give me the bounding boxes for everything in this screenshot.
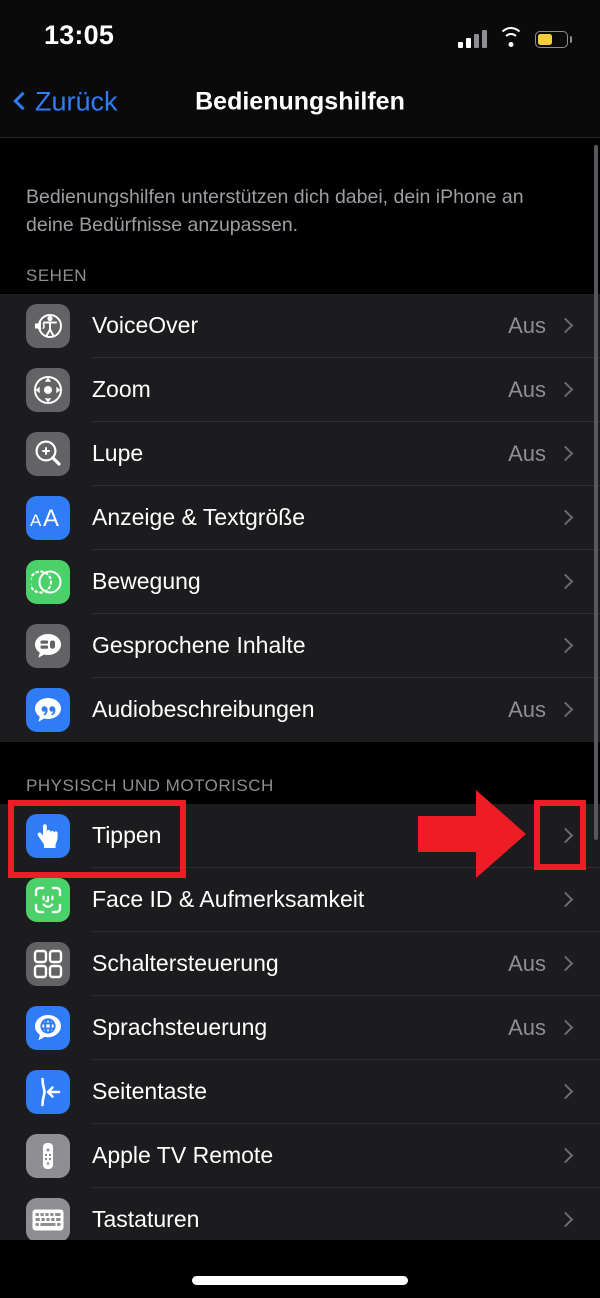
list-item-value: Aus <box>508 950 546 976</box>
list-item-audiobeschreibungen[interactable]: Audiobeschreibungen Aus <box>0 677 600 742</box>
chevron-right-icon <box>557 317 574 334</box>
spoken-content-icon <box>26 623 70 668</box>
apple-tv-remote-icon <box>26 1133 70 1178</box>
list-item-label: Gesprochene Inhalte <box>92 632 306 659</box>
battery-icon <box>535 31 572 48</box>
home-indicator-area <box>0 1240 600 1298</box>
navigation-bar: Zurück Bedienungshilfen <box>0 66 600 138</box>
chevron-right-icon <box>557 891 574 908</box>
list-item-label: Tastaturen <box>92 1206 200 1233</box>
settings-group-sehen: VoiceOver Aus Zoom Aus Lupe Aus A A Anze… <box>0 293 600 742</box>
list-item-value: Aus <box>508 1014 546 1040</box>
list-item-value: Aus <box>508 376 546 402</box>
chevron-right-icon <box>557 381 574 398</box>
list-item-zoom[interactable]: Zoom Aus <box>0 357 600 422</box>
status-bar-indicators <box>458 24 572 48</box>
face-id-icon <box>26 877 70 922</box>
list-item-seitentaste[interactable]: Seitentaste <box>0 1059 600 1124</box>
touch-hand-icon <box>26 813 70 858</box>
svg-text:A: A <box>43 505 59 532</box>
list-item-label: Bewegung <box>92 568 201 595</box>
settings-scroll-view[interactable]: Bedienungshilfen unterstützen dich dabei… <box>0 139 600 1298</box>
chevron-right-icon <box>557 1019 574 1036</box>
list-item-schaltersteuerung[interactable]: Schaltersteuerung Aus <box>0 931 600 996</box>
list-item-voiceover[interactable]: VoiceOver Aus <box>0 293 600 358</box>
chevron-right-icon <box>557 1147 574 1164</box>
iphone-screen: 13:05 Zurück Bedienungshilfen Bedienungs… <box>0 0 600 1298</box>
list-item-apple-tv-remote[interactable]: Apple TV Remote <box>0 1123 600 1188</box>
list-item-lupe[interactable]: Lupe Aus <box>0 421 600 486</box>
list-item-sprachsteuerung[interactable]: Sprachsteuerung Aus <box>0 995 600 1060</box>
home-indicator[interactable] <box>192 1276 408 1285</box>
keyboard-icon <box>26 1197 70 1242</box>
chevron-right-icon <box>557 955 574 972</box>
arrow-right-annotation <box>418 790 526 878</box>
audio-descriptions-icon <box>26 687 70 732</box>
list-item-value: Aus <box>508 696 546 722</box>
list-item-gesprochene-inhalte[interactable]: Gesprochene Inhalte <box>0 613 600 678</box>
intro-description: Bedienungshilfen unterstützen dich dabei… <box>26 186 524 237</box>
chevron-right-icon <box>557 827 574 844</box>
list-item-value: Aus <box>508 312 546 338</box>
wifi-icon <box>498 27 524 48</box>
list-item-label: Audiobeschreibungen <box>92 696 315 723</box>
section-header-sehen: SEHEN <box>26 265 88 285</box>
list-item-label: Schaltersteuerung <box>92 950 279 977</box>
chevron-right-icon <box>557 573 574 590</box>
list-item-label: Seitentaste <box>92 1078 208 1105</box>
zoom-icon <box>26 367 70 412</box>
display-text-size-icon: A A <box>26 495 70 540</box>
status-bar-clock: 13:05 <box>44 20 115 50</box>
chevron-right-icon <box>557 637 574 654</box>
list-item-label: VoiceOver <box>92 312 199 339</box>
list-item-label: Apple TV Remote <box>92 1142 274 1169</box>
list-item-label: Zoom <box>92 376 151 403</box>
chevron-right-icon <box>557 1083 574 1100</box>
vertical-scrollbar[interactable] <box>594 145 598 840</box>
magnifier-icon <box>26 431 70 476</box>
list-item-bewegung[interactable]: Bewegung <box>0 549 600 614</box>
page-title: Bedienungshilfen <box>195 87 405 115</box>
chevron-right-icon <box>557 509 574 526</box>
voice-control-icon <box>26 1005 70 1050</box>
list-item-label: Anzeige & Textgröße <box>92 504 306 531</box>
status-bar: 13:05 <box>0 0 600 66</box>
list-item-label: Lupe <box>92 440 144 467</box>
cellular-signal-icon <box>458 29 487 48</box>
list-item-label: Face ID & Aufmerksamkeit <box>92 886 365 913</box>
svg-text:A: A <box>30 511 42 530</box>
chevron-right-icon <box>557 445 574 462</box>
switch-control-icon <box>26 941 70 986</box>
side-button-icon <box>26 1069 70 1114</box>
chevron-right-icon <box>557 1211 574 1228</box>
list-item-label: Sprachsteuerung <box>92 1014 268 1041</box>
list-item-anzeige-textgroesse[interactable]: A A Anzeige & Textgröße <box>0 485 600 550</box>
voiceover-icon <box>26 303 70 348</box>
motion-icon <box>26 559 70 604</box>
chevron-right-icon <box>557 701 574 718</box>
list-item-value: Aus <box>508 440 546 466</box>
